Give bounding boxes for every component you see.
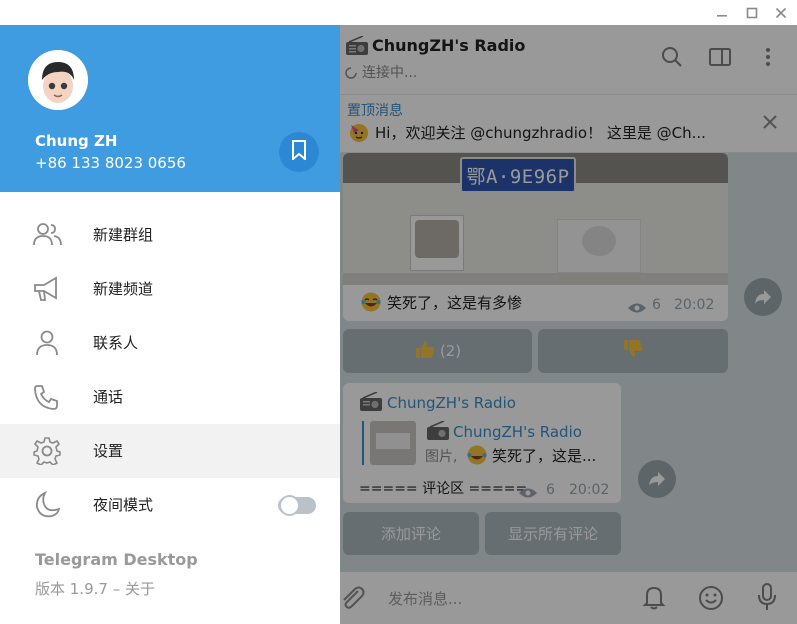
maximize-icon[interactable] (739, 0, 765, 25)
close-window-icon[interactable] (768, 0, 794, 25)
main-menu-drawer: Chung ZH +86 133 8023 0656 新建群组 新建频道 联系人… (0, 25, 340, 624)
menu-item-label: 新建群组 (93, 226, 154, 244)
menu-item-contacts[interactable]: 联系人 (0, 316, 340, 370)
saved-messages-button[interactable] (279, 132, 319, 172)
menu-item-calls[interactable]: 通话 (0, 370, 340, 424)
menu-item-label: 夜间模式 (93, 496, 154, 514)
night-mode-toggle[interactable] (278, 495, 316, 516)
phone-icon (32, 383, 62, 411)
user-phone: +86 133 8023 0656 (35, 154, 186, 172)
modal-overlay[interactable] (340, 25, 797, 624)
menu-header: Chung ZH +86 133 8023 0656 (0, 25, 340, 192)
moon-icon (32, 491, 62, 519)
avatar[interactable] (28, 50, 88, 110)
app-name: Telegram Desktop (35, 550, 198, 569)
window-title-bar (0, 0, 797, 25)
menu-item-label: 通话 (93, 388, 124, 406)
menu-item-label: 新建频道 (93, 280, 154, 298)
menu-item-night-mode[interactable]: 夜间模式 (0, 478, 340, 532)
menu-item-settings[interactable]: 设置 (0, 424, 340, 478)
app-version-about-link[interactable]: 版本 1.9.7 – 关于 (35, 578, 155, 599)
menu-item-new-channel[interactable]: 新建频道 (0, 262, 340, 316)
user-name: Chung ZH (35, 132, 118, 150)
megaphone-icon (32, 275, 62, 303)
group-icon (32, 221, 62, 249)
gear-icon (32, 437, 62, 466)
minimize-icon[interactable] (709, 0, 735, 25)
menu-item-new-group[interactable]: 新建群组 (0, 208, 340, 262)
menu-item-label: 联系人 (93, 334, 139, 352)
bookmark-icon (291, 140, 307, 164)
toggle-knob (279, 495, 300, 516)
contact-icon (32, 329, 62, 357)
menu-item-label: 设置 (93, 442, 124, 460)
